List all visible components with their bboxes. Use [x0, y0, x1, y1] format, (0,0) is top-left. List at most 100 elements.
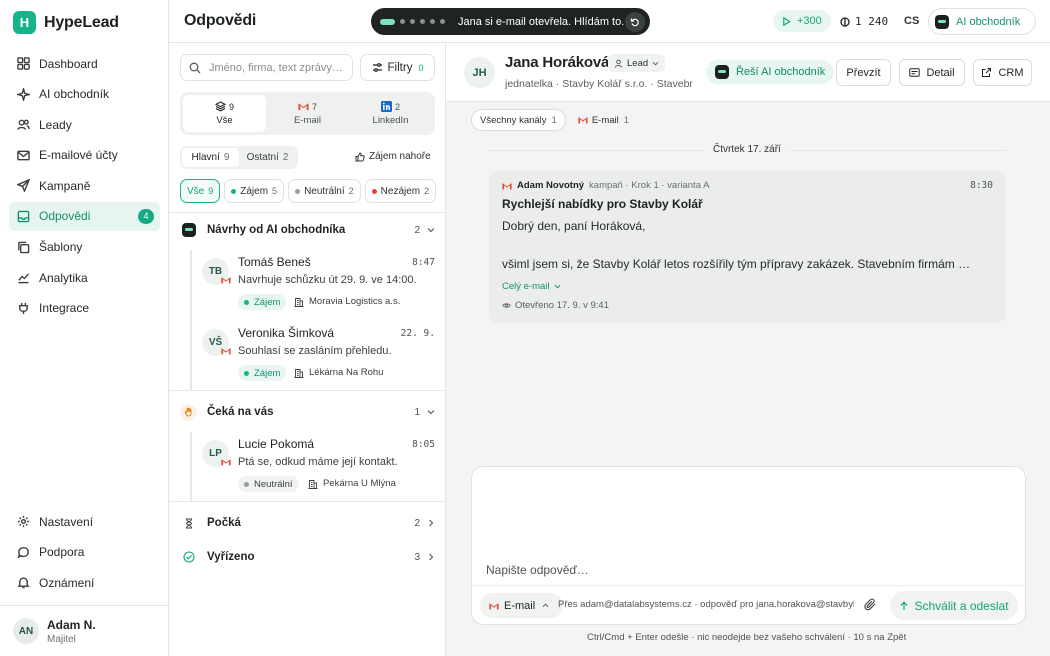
progress-pill	[380, 18, 395, 25]
gmail-icon	[489, 602, 499, 609]
tab-hlavni[interactable]: Hlavní 9	[182, 148, 239, 167]
sidebar-item-podpora[interactable]: Podpora	[9, 538, 160, 567]
sidebar-bottom: Nastavení Podpora Oznámení	[9, 507, 160, 599]
sidebar-item-leady[interactable]: Leady	[9, 110, 160, 139]
status-chip-all[interactable]: Vše 9	[180, 179, 221, 203]
list-item[interactable]: VŠ Veronika Šimková 22. 9. Souhlasí se z…	[202, 324, 435, 388]
filters-button[interactable]: Filtry 0	[360, 54, 435, 81]
channel-tab-email[interactable]: 7 E-mail	[266, 95, 349, 132]
sidebar-item-ai-obchodnik[interactable]: AI obchodník	[9, 80, 160, 109]
lead-badge-label: Lead	[627, 57, 649, 69]
user-role: Majitel	[47, 633, 76, 645]
day-divider-label: Čtvrtek 17. září	[713, 144, 781, 155]
channel-tab-all[interactable]: 9 Vše	[183, 95, 266, 132]
divider	[472, 585, 1025, 586]
tab-email[interactable]: E-mail 1	[570, 109, 637, 131]
thread-time: 22. 9.	[400, 328, 435, 339]
status-chip-zajem[interactable]: Zájem 5	[224, 179, 285, 203]
sort-interest-top[interactable]: Zájem nahoře	[355, 151, 431, 162]
detail-button[interactable]: Detail	[899, 59, 965, 86]
take-over-label: Převzít	[846, 66, 881, 79]
group-done[interactable]: Vyřízeno 3	[180, 547, 435, 567]
group-waiting[interactable]: Čeká na vás 1	[180, 402, 435, 422]
ai-obchodnik-button[interactable]: AI obchodník	[928, 8, 1036, 35]
tab-ostatni[interactable]: Ostatní 2	[239, 148, 296, 167]
thread-name: Lucie Pokomá	[238, 437, 315, 451]
company-name: Lékárna Na Rohu	[309, 367, 384, 378]
day-divider-line	[489, 150, 703, 151]
group-title: Návrhy od AI obchodníka	[207, 224, 346, 236]
sidebar-item-analytika[interactable]: Analytika	[9, 263, 160, 292]
ai-status-label: Řeší AI obchodník	[736, 66, 826, 78]
balance[interactable]: 1 240	[840, 15, 888, 28]
list-item[interactable]: LP Lucie Pokomá 8:05 Ptá se, odkud máme …	[202, 435, 435, 499]
reply-composer[interactable]: Napište odpověď… E-mail Přes adam@datala…	[471, 466, 1026, 625]
message-greeting: Dobrý den, paní Horáková,	[502, 219, 646, 233]
credits-button[interactable]: +300	[773, 10, 831, 32]
divider	[169, 212, 446, 213]
status-dot	[295, 188, 301, 194]
thread-line	[190, 432, 192, 501]
conversation-channel-tabs: Všechny kanály 1 E-mail 1	[471, 109, 641, 131]
brand[interactable]: H HypeLead	[13, 11, 119, 34]
sidebar-item-integrace[interactable]: Integrace	[9, 294, 160, 323]
message-time: 8:30	[970, 180, 993, 191]
ai-handling-status[interactable]: Řeší AI obchodník	[706, 60, 835, 84]
channel-tab-linkedin[interactable]: 2 LinkedIn	[349, 95, 432, 132]
thread-time: 8:47	[412, 257, 435, 268]
sidebar-item-dashboard[interactable]: Dashboard	[9, 49, 160, 78]
sidebar-item-nastaveni[interactable]: Nastavení	[9, 507, 160, 536]
undo-button[interactable]	[625, 11, 645, 32]
language-switch[interactable]: CS	[904, 15, 919, 27]
group-ai-suggestions[interactable]: Návrhy od AI obchodníka 2	[180, 220, 435, 240]
channel-select[interactable]: E-mail	[480, 593, 564, 618]
sidebar-item-emailove-ucty[interactable]: E-mailové účty	[9, 141, 160, 170]
gmail-icon	[221, 277, 231, 284]
thread-time: 8:05	[412, 439, 435, 450]
channel-segmented: 9 Vše 7 E-mail 2 LinkedIn	[180, 92, 435, 135]
composer-hint: Ctrl/Cmd + Enter odešle · nic neodejde b…	[587, 632, 907, 643]
take-over-button[interactable]: Převzít	[836, 59, 891, 86]
lead-stage-dropdown[interactable]: Lead	[608, 54, 666, 72]
building-icon	[294, 297, 304, 307]
status-chip-nezajem[interactable]: Nezájem 2	[364, 179, 437, 203]
crm-button[interactable]: CRM	[973, 59, 1032, 86]
reply-list-panel: Jméno, firma, text zprávy… Filtry 0 9 Vš…	[169, 43, 446, 656]
opened-status: Otevřeno 17. 9. v 9:41	[502, 300, 609, 311]
gear-icon	[17, 515, 30, 528]
message-sender: Adam Novotný kampaň · Krok 1 · varianta …	[502, 180, 709, 191]
progress-dot	[400, 19, 405, 24]
external-link-icon	[982, 68, 992, 77]
sidebar-item-kampane[interactable]: Kampaně	[9, 171, 160, 200]
robot-icon	[715, 65, 729, 79]
chip-count: 2	[348, 186, 354, 196]
group-later[interactable]: Počká 2	[180, 513, 435, 533]
paperclip-icon[interactable]	[864, 598, 877, 611]
status-dot	[244, 370, 249, 376]
divider	[169, 390, 446, 391]
page-title: Odpovědi	[184, 12, 257, 29]
mail-icon	[17, 150, 30, 161]
sidebar-item-odpovedi[interactable]: Odpovědi 4	[9, 201, 160, 231]
hourglass-icon	[180, 515, 197, 532]
status-chip-neutralni[interactable]: Neutrální 2	[288, 179, 361, 203]
list-item[interactable]: TB Tomáš Beneš 8:47 Navrhuje schůzku út …	[202, 253, 435, 317]
sidebar-item-sablony[interactable]: Šablony	[9, 233, 160, 262]
approve-send-button[interactable]: Schválit a odeslat	[890, 591, 1018, 620]
brand-name: HypeLead	[44, 13, 119, 31]
reply-input[interactable]: Napište odpověď…	[486, 563, 589, 577]
tab-all-channels[interactable]: Všechny kanály 1	[471, 109, 566, 131]
group-count: 2	[414, 517, 420, 529]
play-icon	[783, 16, 791, 26]
user-profile[interactable]: AN Adam N. Majitel	[0, 605, 169, 656]
user-name: Adam N.	[47, 617, 96, 632]
thread-preview: Ptá se, odkud máme její kontakt.	[238, 456, 398, 468]
sidebar-item-oznameni[interactable]: Oznámení	[9, 568, 160, 597]
tag-label: Zájem	[254, 296, 281, 308]
channel-tab-top: 7	[298, 101, 317, 112]
full-email-toggle[interactable]: Celý e-mail	[502, 281, 561, 292]
search-input[interactable]: Jméno, firma, text zprávy…	[180, 54, 353, 81]
chat-icon	[17, 546, 29, 559]
chevron-up-icon	[542, 603, 549, 608]
status-filter-row: Vše 9 Zájem 5 Neutrální 2 Nezájem 2	[180, 179, 440, 203]
